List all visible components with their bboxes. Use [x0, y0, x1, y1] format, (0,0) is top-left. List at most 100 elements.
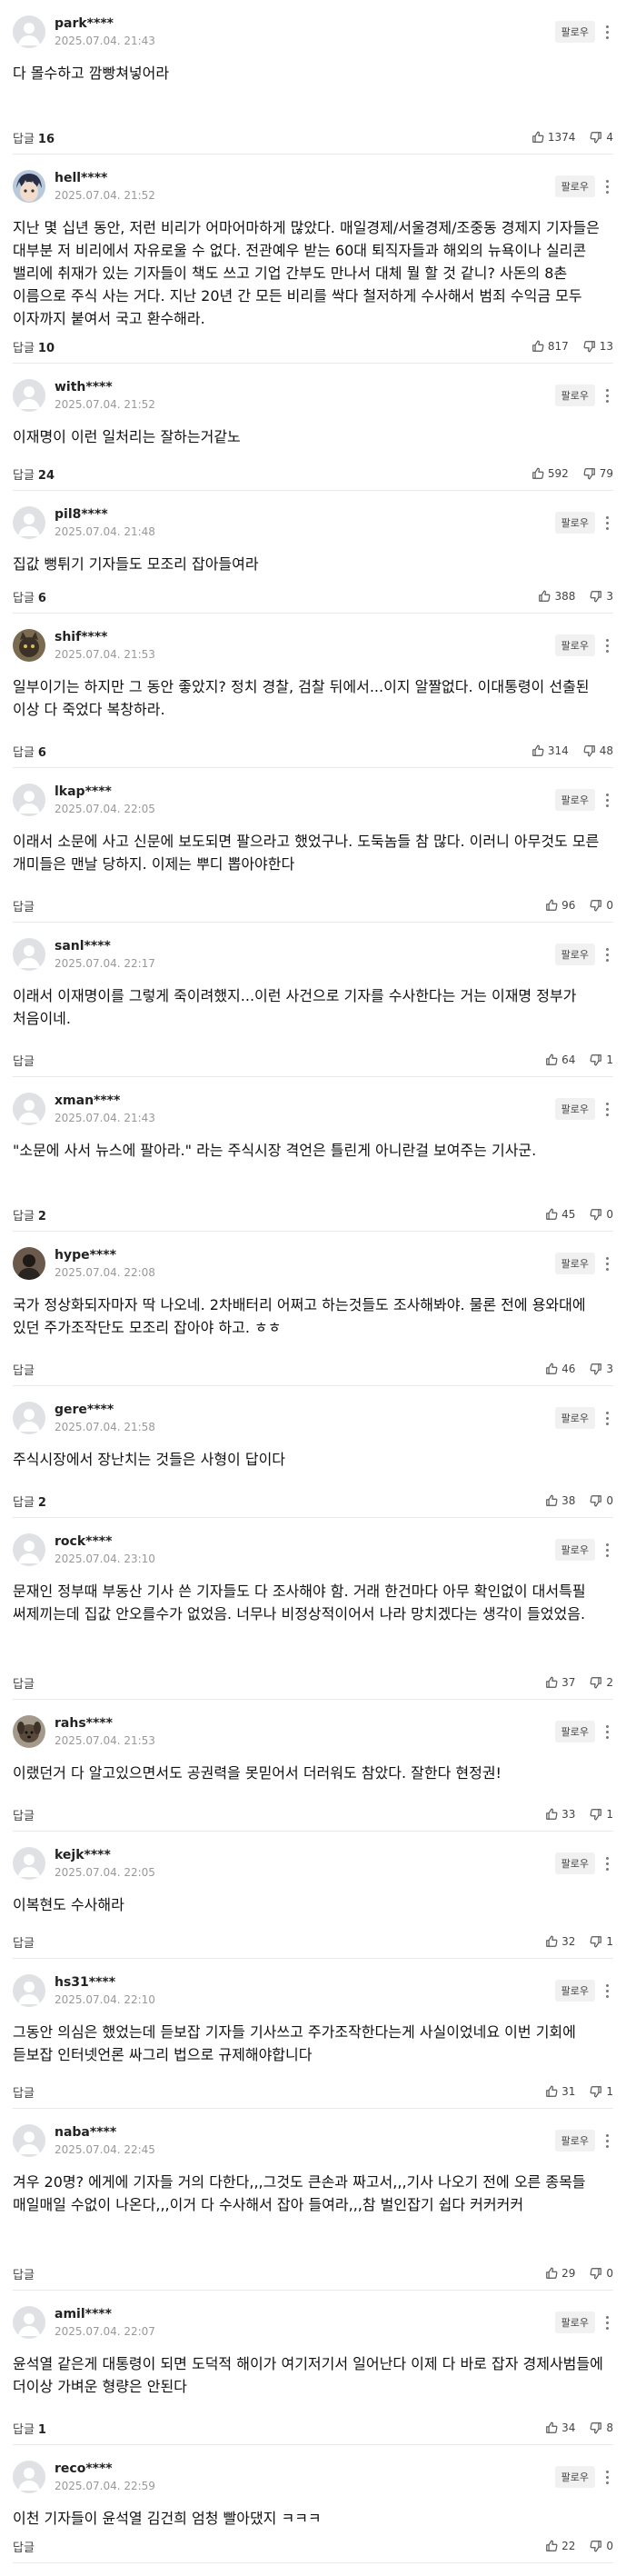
user-nickname[interactable]: shif****	[55, 629, 555, 645]
like-button[interactable]: 45	[545, 1208, 575, 1221]
user-nickname[interactable]: rahs****	[55, 1715, 555, 1732]
more-options-icon[interactable]	[601, 1407, 613, 1429]
user-nickname[interactable]: reco****	[55, 2461, 555, 2477]
reply-button[interactable]: 답글 6	[13, 743, 46, 760]
like-button[interactable]: 31	[545, 2085, 575, 2098]
avatar[interactable]	[13, 1847, 45, 1880]
dislike-button[interactable]: 79	[583, 467, 613, 480]
reply-button[interactable]: 답글 10	[13, 338, 55, 355]
more-options-icon[interactable]	[601, 384, 613, 406]
reply-button[interactable]: 답글 2	[13, 1493, 46, 1510]
dislike-button[interactable]: 0	[590, 1494, 613, 1507]
follow-button[interactable]: 팔로우	[554, 634, 595, 656]
user-nickname[interactable]: amil****	[55, 2306, 555, 2322]
like-button[interactable]: 33	[545, 1808, 575, 1821]
follow-button[interactable]: 팔로우	[554, 1407, 595, 1429]
like-button[interactable]: 38	[545, 1494, 575, 1507]
like-button[interactable]: 388	[538, 590, 575, 603]
reply-button[interactable]: 답글 2	[13, 1206, 46, 1223]
avatar[interactable]	[13, 2306, 45, 2339]
avatar[interactable]	[13, 170, 45, 203]
avatar[interactable]	[13, 1533, 45, 1566]
reply-button[interactable]: 답글	[13, 2265, 35, 2282]
follow-button[interactable]: 팔로우	[554, 1098, 595, 1120]
avatar[interactable]	[13, 1402, 45, 1434]
more-options-icon[interactable]	[601, 789, 613, 811]
user-nickname[interactable]: gere****	[55, 1402, 555, 1418]
like-button[interactable]: 46	[545, 1363, 575, 1375]
avatar[interactable]	[13, 1247, 45, 1280]
more-options-icon[interactable]	[601, 634, 613, 656]
like-button[interactable]: 29	[545, 2267, 575, 2280]
follow-button[interactable]: 팔로우	[554, 175, 595, 197]
follow-button[interactable]: 팔로우	[554, 944, 595, 965]
dislike-button[interactable]: 1	[590, 1935, 613, 1948]
follow-button[interactable]: 팔로우	[554, 1721, 595, 1742]
dislike-button[interactable]: 1	[590, 1053, 613, 1066]
like-button[interactable]: 817	[532, 340, 569, 353]
dislike-button[interactable]: 13	[583, 340, 613, 353]
reply-button[interactable]: 답글	[13, 1806, 35, 1823]
reply-button[interactable]: 답글	[13, 1052, 35, 1069]
dislike-button[interactable]: 1	[590, 1808, 613, 1821]
more-options-icon[interactable]	[601, 2130, 613, 2152]
avatar[interactable]	[13, 2461, 45, 2493]
dislike-button[interactable]: 3	[590, 1363, 613, 1375]
avatar[interactable]	[13, 629, 45, 662]
dislike-button[interactable]: 2	[590, 1676, 613, 1689]
reply-button[interactable]: 답글	[13, 897, 35, 914]
follow-button[interactable]: 팔로우	[554, 384, 595, 406]
more-options-icon[interactable]	[601, 1721, 613, 1742]
like-button[interactable]: 22	[545, 2540, 575, 2552]
more-options-icon[interactable]	[601, 2311, 613, 2333]
avatar[interactable]	[13, 15, 45, 48]
avatar[interactable]	[13, 938, 45, 971]
more-options-icon[interactable]	[601, 21, 613, 43]
follow-button[interactable]: 팔로우	[554, 2130, 595, 2152]
dislike-button[interactable]: 3	[590, 590, 613, 603]
user-nickname[interactable]: hype****	[55, 1247, 555, 1263]
reply-button[interactable]: 답글 6	[13, 588, 46, 605]
user-nickname[interactable]: rock****	[55, 1533, 555, 1550]
reply-button[interactable]: 답글 24	[13, 465, 55, 483]
follow-button[interactable]: 팔로우	[554, 1852, 595, 1874]
follow-button[interactable]: 팔로우	[554, 512, 595, 534]
user-nickname[interactable]: kejk****	[55, 1847, 555, 1863]
reply-button[interactable]: 답글 16	[13, 129, 55, 146]
like-button[interactable]: 64	[545, 1053, 575, 1066]
follow-button[interactable]: 팔로우	[554, 1980, 595, 2002]
reply-button[interactable]: 답글	[13, 1674, 35, 1692]
like-button[interactable]: 314	[532, 744, 569, 757]
more-options-icon[interactable]	[601, 1253, 613, 1274]
more-options-icon[interactable]	[601, 512, 613, 534]
dislike-button[interactable]: 0	[590, 2267, 613, 2280]
dislike-button[interactable]: 0	[590, 1208, 613, 1221]
like-button[interactable]: 32	[545, 1935, 575, 1948]
more-options-icon[interactable]	[601, 175, 613, 197]
avatar[interactable]	[13, 784, 45, 816]
user-nickname[interactable]: xman****	[55, 1093, 555, 1109]
reply-button[interactable]: 답글 1	[13, 2420, 46, 2437]
user-nickname[interactable]: sanl****	[55, 938, 555, 954]
follow-button[interactable]: 팔로우	[554, 2311, 595, 2333]
like-button[interactable]: 592	[532, 467, 569, 480]
like-button[interactable]: 1374	[532, 131, 575, 144]
user-nickname[interactable]: lkap****	[55, 784, 555, 800]
follow-button[interactable]: 팔로우	[554, 21, 595, 43]
more-options-icon[interactable]	[601, 1539, 613, 1561]
dislike-button[interactable]: 0	[590, 2540, 613, 2552]
more-options-icon[interactable]	[601, 2466, 613, 2488]
dislike-button[interactable]: 8	[590, 2421, 613, 2434]
user-nickname[interactable]: with****	[55, 379, 555, 395]
user-nickname[interactable]: naba****	[55, 2124, 555, 2141]
user-nickname[interactable]: hell****	[55, 170, 555, 186]
dislike-button[interactable]: 1	[590, 2085, 613, 2098]
reply-button[interactable]: 답글	[13, 2538, 35, 2555]
avatar[interactable]	[13, 1974, 45, 2007]
like-button[interactable]: 34	[545, 2421, 575, 2434]
user-nickname[interactable]: park****	[55, 15, 555, 32]
more-options-icon[interactable]	[601, 1098, 613, 1120]
avatar[interactable]	[13, 1715, 45, 1748]
reply-button[interactable]: 답글	[13, 2083, 35, 2101]
like-button[interactable]: 37	[545, 1676, 575, 1689]
